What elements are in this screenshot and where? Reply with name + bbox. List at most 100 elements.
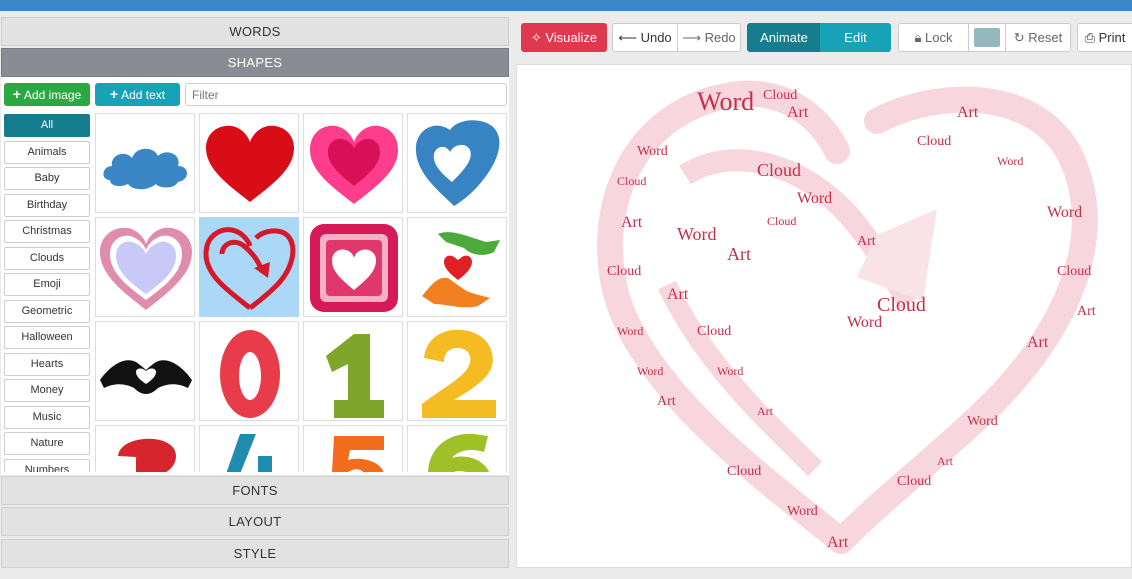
shape-number-1[interactable] [303,321,403,421]
category-emoji[interactable]: Emoji [4,273,90,296]
cloud-word: Cloud [1057,264,1092,279]
cloud-word: Cloud [757,160,802,180]
cloud-word: Word [637,364,664,378]
category-all[interactable]: All [4,114,90,137]
category-geometric[interactable]: Geometric [4,300,90,323]
cloud-word: Art [857,234,876,249]
shape-heart-lavender[interactable] [95,217,195,317]
shape-number-0[interactable] [199,321,299,421]
hands-heart-icon [422,232,500,308]
category-nature[interactable]: Nature [4,432,90,455]
section-shapes[interactable]: SHAPES [1,48,509,77]
printer-icon: ⎙ [1084,30,1099,45]
category-christmas[interactable]: Christmas [4,220,90,243]
number-1-icon [326,334,384,418]
cloud-word: Art [657,394,676,409]
cloud-word: Word [637,144,668,159]
plus-icon: + [12,86,21,102]
magic-wand-icon: ✧ [530,30,546,45]
cloud-icon [103,148,187,190]
shape-hands-heart-silhouette[interactable] [95,321,195,421]
category-baby[interactable]: Baby [4,167,90,190]
cloud-word: Word [847,314,883,331]
reset-button[interactable]: ↻ Reset [1005,23,1071,52]
redo-label: Redo [704,30,736,45]
category-numbers[interactable]: Numbers [4,459,90,472]
lock-button[interactable]: 🔒︎ Lock [898,23,969,52]
undo-arrow-icon: ⟵ [618,30,641,45]
redo-arrow-icon: ⟶ [682,30,705,45]
shape-number-3[interactable] [95,425,195,472]
section-fonts[interactable]: FONTS [1,476,509,505]
cloud-word: Word [967,414,998,429]
cloud-word: Art [727,244,751,264]
shape-hands-heart[interactable] [407,217,507,317]
shape-cloud[interactable] [95,113,195,213]
add-text-button[interactable]: + Add text [95,83,180,106]
cloud-word: Cloud [767,214,797,228]
undo-button[interactable]: ⟵ Undo [612,23,678,52]
cloud-word: Cloud [897,474,932,489]
number-6-icon [428,433,489,472]
visualize-button[interactable]: ✧ Visualize [521,23,607,52]
shape-number-5[interactable] [303,425,403,472]
cloud-word: Art [757,404,773,418]
shape-number-4[interactable] [199,425,299,472]
category-birthday[interactable]: Birthday [4,194,90,217]
shape-heart-red[interactable] [199,113,299,213]
cloud-word: Art [937,454,953,468]
shape-heart-square[interactable] [303,217,403,317]
cloud-word: Cloud [763,88,798,103]
word-cloud-canvas[interactable]: Word Art Cloud Word Art Cloud Word Art Cloud Word… [516,64,1132,568]
cloud-word: Word [617,324,644,338]
shape-number-6[interactable] [407,425,507,472]
number-4-icon [226,434,272,472]
section-layout[interactable]: LAYOUT [1,507,509,536]
cloud-word: Cloud [697,324,732,339]
heart-red-icon [206,125,294,202]
heart-blue-icon [415,120,500,206]
cloud-word: Cloud [607,264,642,279]
reset-icon: ↻ [1013,30,1029,45]
redo-button[interactable]: ⟶ Redo [677,23,741,52]
heart-lavender-icon [100,227,192,310]
animate-button[interactable]: Animate [747,23,821,52]
shape-number-2[interactable] [407,321,507,421]
section-words[interactable]: WORDS [1,17,509,46]
heart-word-cloud [597,80,1098,554]
category-money[interactable]: Money [4,379,90,402]
cloud-word: Word [797,190,833,207]
cloud-word: Cloud [617,174,647,188]
category-hearts[interactable]: Hearts [4,353,90,376]
shapes-panel: +Add image +Add text All Animals Baby Bi… [1,77,509,475]
reset-label: Reset [1028,30,1063,45]
browser-top-bar [0,0,1132,11]
print-button[interactable]: ⎙ Print [1077,23,1132,52]
cloud-word: Art [787,104,809,121]
color-swatch [974,28,1000,47]
category-clouds[interactable]: Clouds [4,247,90,270]
plus-icon: + [109,86,119,102]
heart-square-icon [310,224,398,312]
cloud-word: Cloud [727,464,762,479]
undo-label: Undo [640,30,672,45]
number-2-icon [422,329,496,418]
cloud-word: Word [717,364,744,378]
edit-button[interactable]: Edit [820,23,891,52]
visualize-label: Visualize [545,30,598,45]
shape-heart-arrow[interactable] [199,217,299,317]
filter-input[interactable] [185,83,507,106]
shape-heart-pink-double[interactable] [303,113,403,213]
cloud-word: Art [621,214,643,231]
category-halloween[interactable]: Halloween [4,326,90,349]
add-image-button[interactable]: + Add image [4,83,90,106]
section-style[interactable]: STYLE [1,539,509,568]
number-0-icon [220,330,280,418]
cloud-word: Cloud [877,294,926,316]
category-animals[interactable]: Animals [4,141,90,164]
cloud-word: Art [957,104,979,121]
heart-pink-icon [310,125,398,204]
category-music[interactable]: Music [4,406,90,429]
color-picker-button[interactable] [968,23,1006,52]
shape-heart-blue-outline[interactable] [407,113,507,213]
